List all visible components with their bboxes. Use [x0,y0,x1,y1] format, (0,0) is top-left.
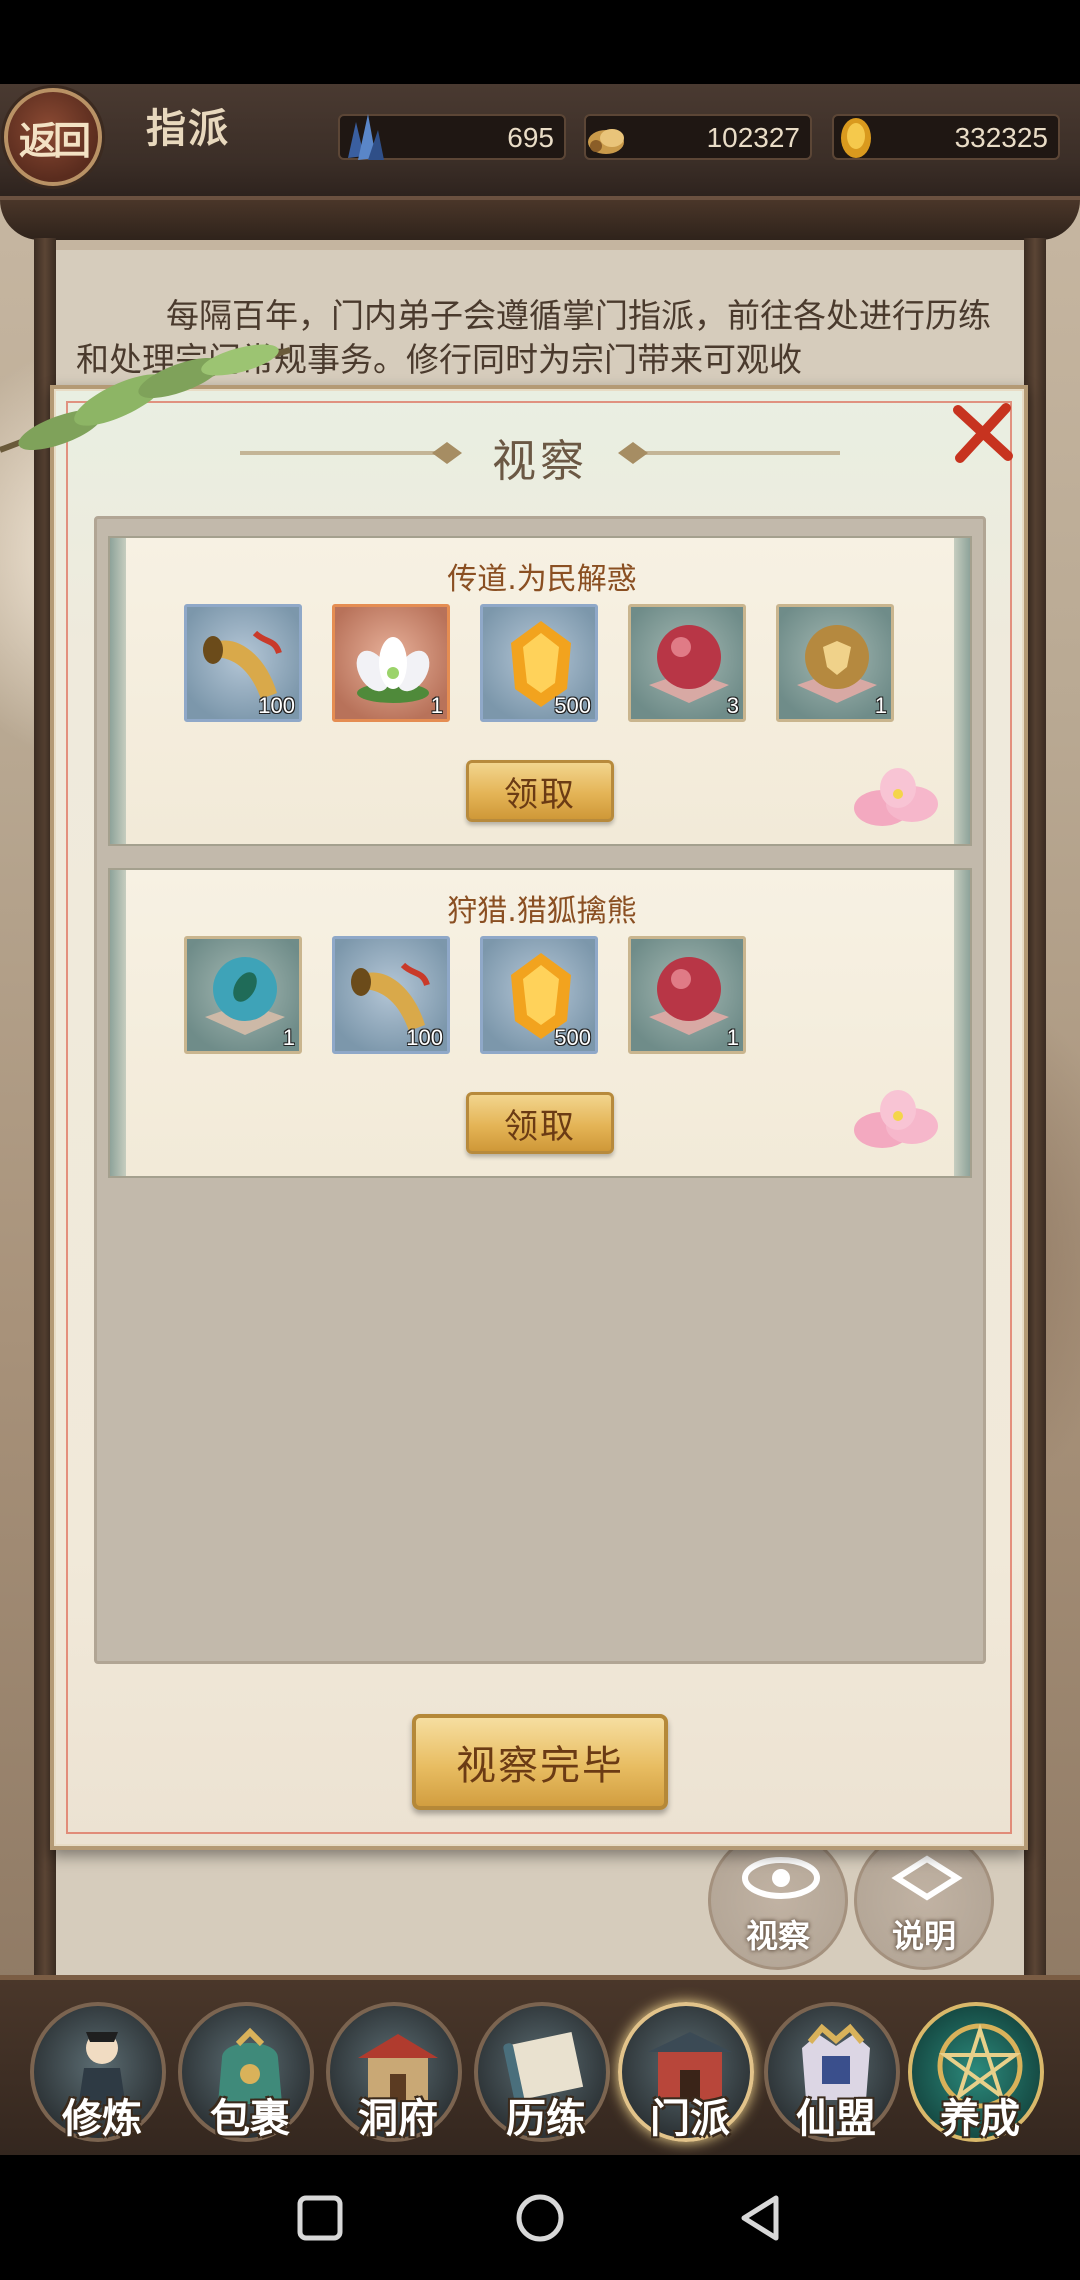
resource-gold: 332325 [832,114,1060,160]
nav-cave[interactable]: 洞府 [326,2002,462,2142]
finish-inspect-button[interactable]: 视察完毕 [412,1714,668,1810]
square-icon[interactable] [292,2190,348,2246]
back-button-label: 返回 [18,118,91,163]
crystal-icon [348,114,384,160]
reward-item-teal-orb[interactable]: 1 [184,936,302,1054]
reward-item-qty: 500 [554,693,591,718]
explain-button-label: 说明 [891,1917,956,1955]
nav-alliance[interactable]: 仙盟 [764,2002,900,2142]
reward-item-qty: 3 [726,693,739,718]
claim-button[interactable]: 领取 [466,760,614,822]
intro-text: 每隔百年，门内弟子会遵循掌门指派，前往各处进行历练和处理宗门常规事务。修行同时为… [76,296,991,379]
resource-gold-value: 332325 [954,122,1048,153]
reward-item-red-orb[interactable]: 1 [628,936,746,1054]
resource-crystal-value: 695 [507,122,554,153]
lotus-decoration-icon [854,768,938,826]
nav-label: 养成 [940,2095,1020,2142]
reward-item-horn[interactable]: 100 [184,604,302,722]
claim-button[interactable]: 领取 [466,1092,614,1154]
page-title: 指派 [146,105,230,152]
reward-card: 传道.为民解惑 100 1 500 3 1 领取 [108,536,972,846]
inspect-button[interactable]: 视察 [708,1830,848,1970]
back-button[interactable]: 返回 [4,88,102,186]
reward-item-qty: 500 [554,1025,591,1050]
close-icon[interactable] [950,400,1016,466]
status-bar [0,0,1080,84]
resource-crystal: 695 [338,114,566,160]
inspect-button-label: 视察 [745,1917,810,1955]
shield-orb-icon [797,625,877,703]
explain-button[interactable]: 说明 [854,1830,994,1970]
reward-item-qty: 1 [874,693,887,718]
reward-item-qty: 100 [406,1025,443,1050]
red-orb-icon [649,957,729,1035]
resource-scroll: 102327 [584,114,812,160]
nav-bag[interactable]: 包裹 [178,2002,314,2142]
gold-ingot-icon [841,118,871,158]
nav-sect[interactable]: 门派 [618,2002,754,2142]
resource-scroll-value: 102327 [706,122,800,153]
reward-item-qty: 1 [430,693,443,718]
reward-item-lotus[interactable]: 1 [332,604,450,722]
info-icon [891,1855,963,1901]
lotus-decoration-icon [854,1090,938,1148]
nav-label: 洞府 [358,2095,438,2142]
reward-item-horn[interactable]: 100 [332,936,450,1054]
reward-item-amber[interactable]: 500 [480,604,598,722]
lotus-icon [356,637,430,703]
reward-item-qty: 100 [258,693,295,718]
circle-icon[interactable] [512,2190,568,2246]
red-orb-icon [649,625,729,703]
reward-item-amber[interactable]: 500 [480,936,598,1054]
triangle-back-icon[interactable] [732,2190,788,2246]
reward-item-qty: 1 [726,1025,739,1050]
nav-trial[interactable]: 历练 [474,2002,610,2142]
eye-icon [742,1857,820,1899]
teal-orb-icon [205,957,285,1035]
dialog-title: 视察 [492,436,588,487]
reward-item-qty: 1 [282,1025,295,1050]
nav-label: 修炼 [62,2095,142,2142]
nav-cultivate[interactable]: 修炼 [30,2002,166,2142]
nav-label: 门派 [650,2095,730,2142]
nav-label: 历练 [506,2095,586,2142]
reward-card: 狩猎.猎狐擒熊 1 100 500 1 领取 [108,868,972,1178]
frame-beam [0,200,1080,240]
nav-develop[interactable]: 养成 [908,2002,1044,2142]
reward-item-red-orb[interactable]: 3 [628,604,746,722]
reward-item-shield-orb[interactable]: 1 [776,604,894,722]
reward-card-title: 传道.为民解惑 [447,562,637,597]
nav-label: 包裹 [210,2095,290,2142]
reward-card-title: 狩猎.猎狐擒熊 [447,894,637,929]
nav-label: 仙盟 [796,2095,876,2142]
scroll-icon [588,129,624,154]
